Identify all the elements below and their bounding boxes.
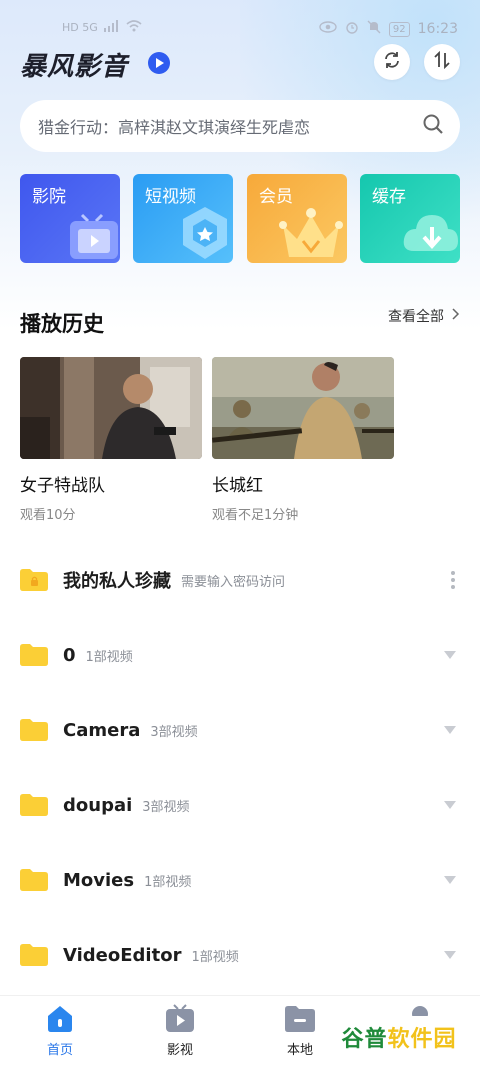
folder-name: Camera <box>63 719 141 741</box>
history-title: 播放历史 <box>20 312 104 336</box>
search-icon[interactable] <box>422 113 444 139</box>
history-item[interactable]: 长城红 观看不足1分钟 <box>212 357 394 523</box>
alarm-icon <box>345 20 359 38</box>
tv-icon <box>64 207 120 263</box>
tv-icon <box>165 1004 195 1032</box>
tile-label: 影院 <box>32 187 66 207</box>
folder-row[interactable]: 0 1部视频 <box>20 635 460 675</box>
feature-tiles: 影院 短视频 会员 缓存 <box>20 174 460 263</box>
folder-row[interactable]: doupai 3部视频 <box>20 785 460 825</box>
wifi-icon <box>126 20 142 35</box>
folder-icon <box>20 719 48 741</box>
cloud-download-icon <box>400 205 460 263</box>
tile-vip[interactable]: 会员 <box>247 174 347 263</box>
nav-video[interactable]: 影视 <box>140 1004 220 1058</box>
history-item-progress: 观看不足1分钟 <box>212 508 299 523</box>
signal-bars-icon <box>103 20 120 35</box>
star-hexagon-icon <box>177 203 233 263</box>
refresh-button[interactable] <box>374 44 410 80</box>
sort-arrows-icon <box>432 50 452 74</box>
mute-bell-icon <box>367 20 381 38</box>
nav-home[interactable]: 首页 <box>20 1004 100 1058</box>
folder-name: 我的私人珍藏 <box>63 571 171 592</box>
folder-name: 0 <box>63 644 76 666</box>
folder-count: 需要输入密码访问 <box>181 574 286 590</box>
search-placeholder: 猎金行动：高梓淇赵文琪演绎生死虐恋 <box>38 118 311 137</box>
expand-arrow-icon[interactable] <box>444 801 456 809</box>
tile-short-video[interactable]: 短视频 <box>133 174 233 263</box>
expand-arrow-icon[interactable] <box>444 651 456 659</box>
see-all-label: 查看全部 <box>388 309 444 325</box>
folder-count: 3部视频 <box>150 724 198 740</box>
nav-label: 影视 <box>166 1043 193 1058</box>
sort-button[interactable] <box>424 44 460 80</box>
folder-row[interactable]: Movies 1部视频 <box>20 860 460 900</box>
app-title: 暴风影音 <box>20 52 129 82</box>
tile-cinema[interactable]: 影院 <box>20 174 120 263</box>
watermark-text-b: 软件园 <box>387 1027 457 1052</box>
clock-time: 16:23 <box>417 21 458 37</box>
folder-count: 1部视频 <box>191 949 239 965</box>
signal-indicator: HD 5G <box>62 21 98 34</box>
play-badge-icon <box>148 52 170 74</box>
expand-arrow-icon[interactable] <box>444 951 456 959</box>
folder-row[interactable]: Camera 3部视频 <box>20 710 460 750</box>
more-vertical-icon[interactable] <box>450 570 456 594</box>
eye-icon <box>319 21 337 37</box>
folder-row[interactable]: VideoEditor 1部视频 <box>20 935 460 975</box>
history-item-progress: 观看10分 <box>20 508 76 523</box>
search-bar[interactable]: 猎金行动：高梓淇赵文琪演绎生死虐恋 <box>20 100 460 152</box>
folder-row-private[interactable]: 我的私人珍藏 需要输入密码访问 <box>20 560 460 600</box>
folder-name: doupai <box>63 794 133 816</box>
battery-indicator: 92 <box>388 21 410 37</box>
folder-name: VideoEditor <box>63 944 182 966</box>
folder-icon <box>20 869 48 891</box>
video-thumbnail <box>20 357 202 459</box>
expand-arrow-icon[interactable] <box>444 876 456 884</box>
crown-icon <box>275 203 347 263</box>
tile-label: 缓存 <box>372 187 406 207</box>
watermark-text-a: 谷普 <box>341 1027 388 1052</box>
history-item-title: 长城红 <box>212 476 263 496</box>
folder-icon <box>285 1004 315 1032</box>
see-all-link[interactable]: 查看全部 <box>388 306 460 326</box>
folder-name: Movies <box>63 869 135 891</box>
locked-folder-icon <box>20 569 48 591</box>
video-thumbnail <box>212 357 394 459</box>
history-item-title: 女子特战队 <box>20 476 105 496</box>
folder-icon <box>20 794 48 816</box>
expand-arrow-icon[interactable] <box>444 726 456 734</box>
home-icon <box>45 1004 75 1032</box>
history-item[interactable]: 女子特战队 观看10分 <box>20 357 202 523</box>
watermark-logo: 谷普 软件园 <box>328 1016 470 1058</box>
folder-icon <box>20 944 48 966</box>
tile-cache[interactable]: 缓存 <box>360 174 460 263</box>
folder-count: 1部视频 <box>144 874 192 890</box>
refresh-icon <box>382 50 402 74</box>
folder-count: 3部视频 <box>142 799 190 815</box>
folder-icon <box>20 644 48 666</box>
app-header: 暴风影音 <box>20 44 460 84</box>
folder-count: 1部视频 <box>85 649 133 665</box>
chevron-right-icon <box>452 308 460 324</box>
nav-label: 首页 <box>46 1043 73 1058</box>
